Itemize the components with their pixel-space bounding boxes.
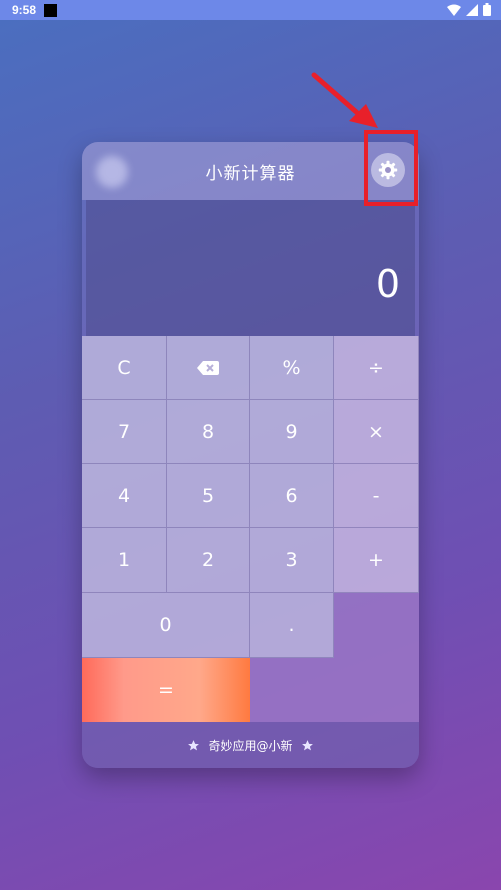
minus-key[interactable]: -	[334, 464, 419, 528]
backspace-key[interactable]	[167, 336, 250, 400]
key-2[interactable]: 2	[167, 528, 250, 593]
clear-key[interactable]: C	[82, 336, 167, 400]
key-9[interactable]: 9	[250, 400, 334, 464]
equals-key[interactable]: =	[82, 658, 250, 722]
key-5[interactable]: 5	[167, 464, 250, 528]
display-value: 0	[375, 262, 400, 306]
plus-key[interactable]: +	[334, 528, 419, 593]
footer-text: 奇妙应用@小新	[208, 738, 293, 753]
divide-key[interactable]: ÷	[334, 336, 419, 400]
footer: 奇妙应用@小新	[82, 722, 419, 768]
key-7[interactable]: 7	[82, 400, 167, 464]
percent-key[interactable]: %	[250, 336, 334, 400]
key-6[interactable]: 6	[250, 464, 334, 528]
key-4[interactable]: 4	[82, 464, 167, 528]
key-1[interactable]: 1	[82, 528, 167, 593]
keypad-filler-2	[250, 658, 334, 722]
key-8[interactable]: 8	[167, 400, 250, 464]
backspace-icon	[197, 360, 219, 375]
star-icon	[188, 739, 200, 750]
result-display: 0	[86, 200, 415, 336]
key-3[interactable]: 3	[250, 528, 334, 593]
annotation-highlight-box	[364, 130, 418, 206]
keypad-filler	[334, 593, 419, 722]
star-icon	[301, 739, 313, 750]
multiply-key[interactable]: ×	[334, 400, 419, 464]
decimal-key[interactable]: .	[250, 593, 334, 658]
header-decoration	[96, 156, 128, 188]
app-title: 小新计算器	[205, 163, 296, 184]
calculator-card: 小新计算器 0 C % ÷ 7 8 9 × 4 5 6 - 1 2 3 + 0 …	[82, 142, 419, 768]
key-0[interactable]: 0	[82, 593, 250, 658]
